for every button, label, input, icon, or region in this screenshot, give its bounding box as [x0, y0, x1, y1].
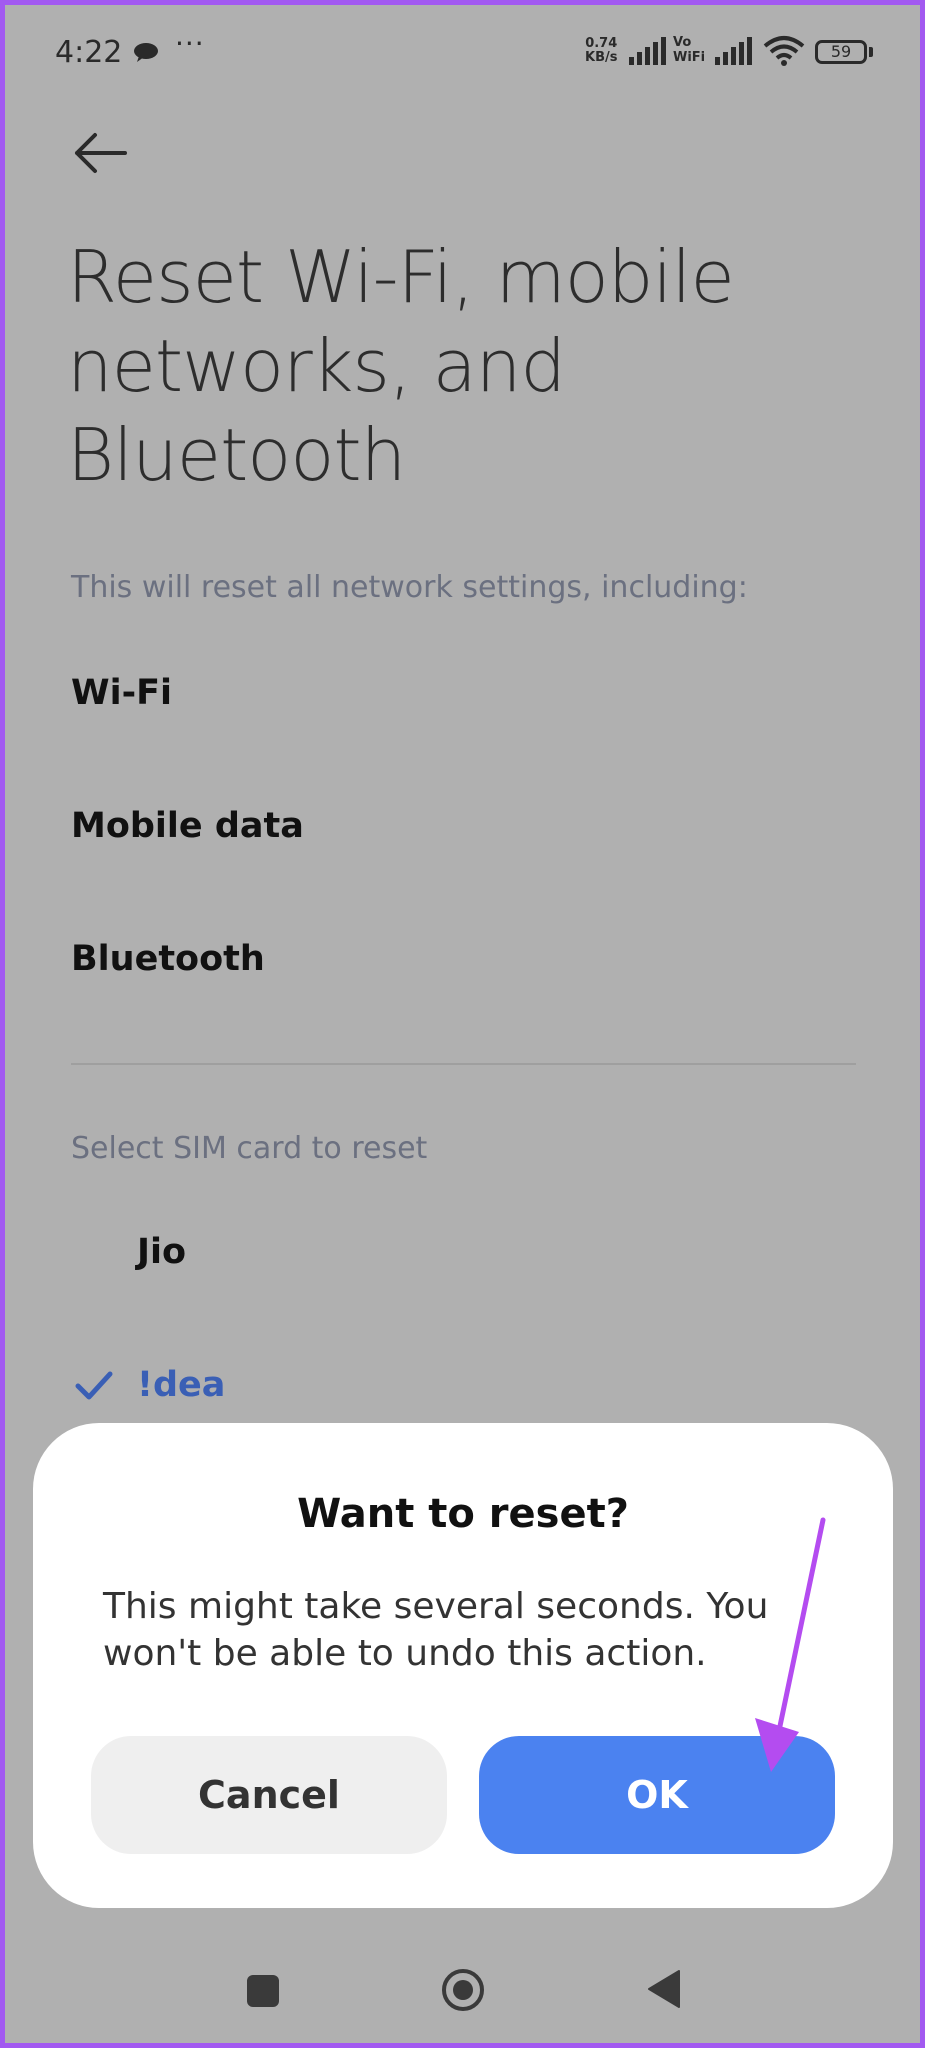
back-triangle-icon[interactable] — [645, 1969, 681, 2009]
page-title: Reset Wi-Fi, mobile networks, and Blueto… — [67, 235, 735, 497]
status-bar: 4:22 ··· 0.74 KB/s Vo WiFi 59 — [5, 5, 920, 105]
signal-strength-icon — [715, 37, 752, 65]
signal-strength-icon — [629, 37, 666, 65]
net-speed-value: 0.74 — [585, 36, 618, 51]
wifi-label: WiFi — [673, 50, 706, 65]
vo-label: Vo — [673, 35, 692, 50]
wifi-icon — [763, 36, 805, 66]
dialog-message: This might take several seconds. You won… — [103, 1586, 769, 1674]
cancel-button[interactable]: Cancel — [91, 1736, 447, 1854]
sim-section-label: Select SIM card to reset — [71, 1131, 428, 1166]
home-icon[interactable] — [440, 1967, 486, 2013]
sim-option-idea[interactable]: !dea — [137, 1365, 225, 1405]
more-notifications-icon: ··· — [175, 27, 205, 60]
screen: 4:22 ··· 0.74 KB/s Vo WiFi 59 Reset Wi-F… — [5, 5, 920, 2043]
net-speed-unit: KB/s — [585, 50, 618, 65]
recent-apps-icon[interactable] — [247, 1975, 279, 2007]
divider — [71, 1063, 856, 1065]
status-time: 4:22 — [55, 35, 123, 70]
list-item-bluetooth: Bluetooth — [71, 939, 265, 979]
battery-tip — [869, 47, 873, 57]
list-item-wifi: Wi-Fi — [71, 673, 173, 713]
check-icon — [75, 1371, 113, 1400]
annotation-arrow-icon — [755, 1517, 826, 1772]
page-subtitle: This will reset all network settings, in… — [71, 570, 748, 605]
battery-icon: 59 — [815, 40, 867, 64]
back-arrow-icon[interactable] — [71, 123, 131, 183]
list-item-mobile-data: Mobile data — [71, 806, 304, 846]
chat-bubble-icon — [134, 43, 158, 62]
sim-option-jio[interactable]: Jio — [137, 1232, 186, 1272]
net-speed: 0.74 KB/s — [585, 37, 617, 65]
vowifi-indicator: Vo WiFi — [673, 35, 705, 65]
